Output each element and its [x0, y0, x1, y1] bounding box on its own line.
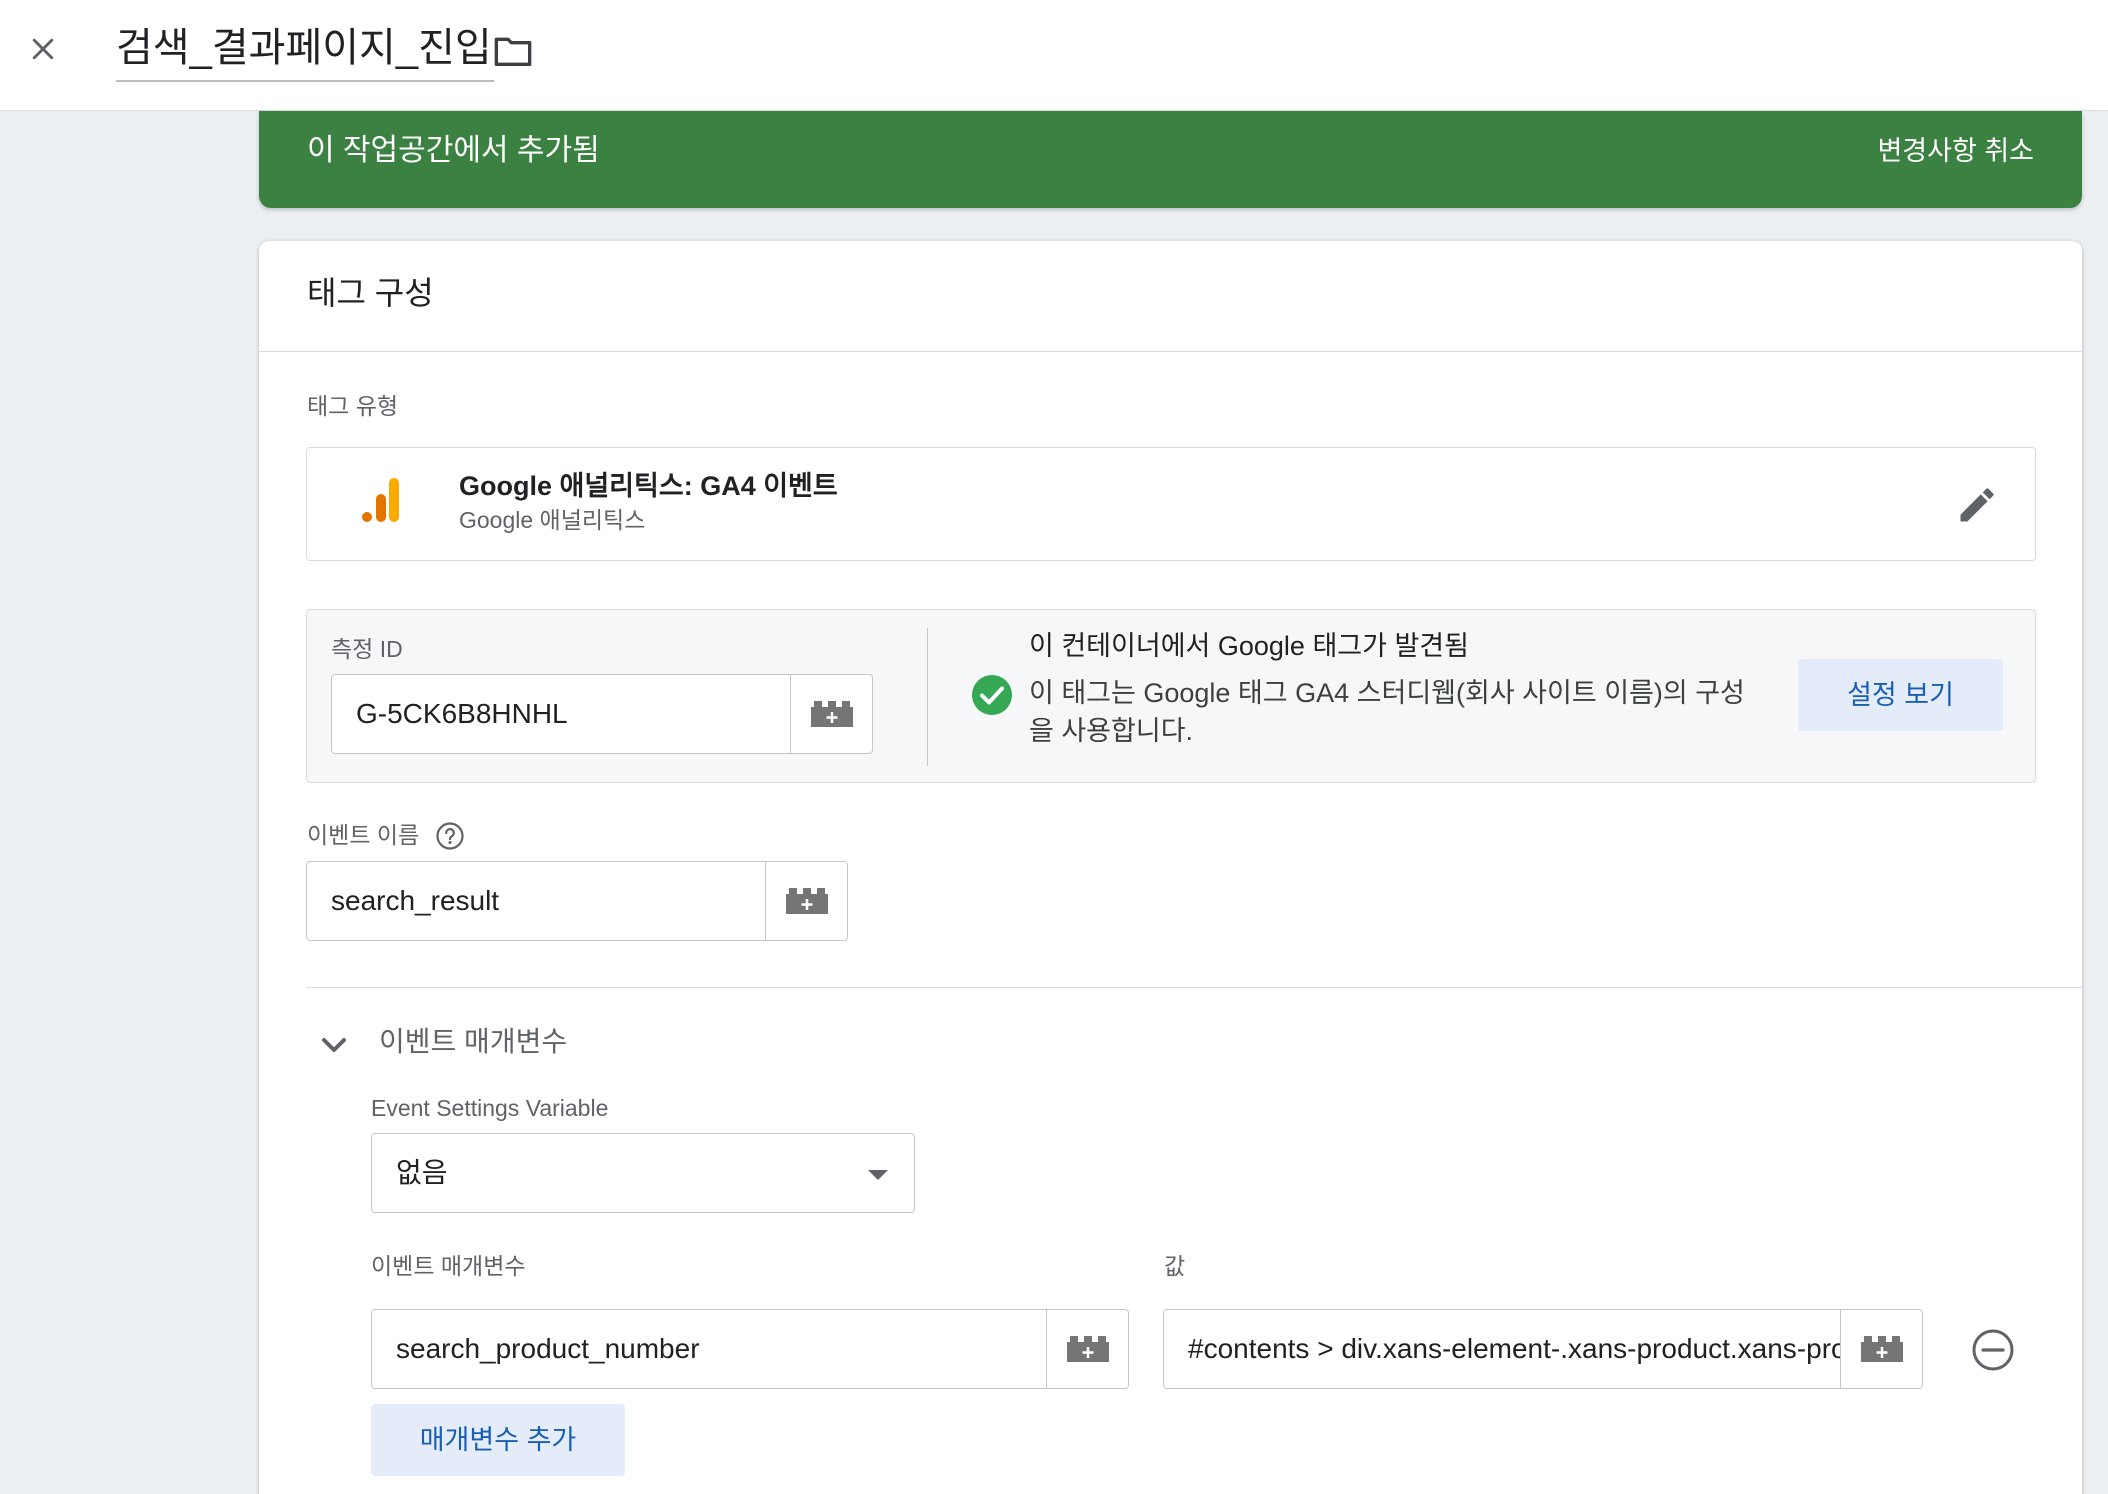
- event-name-value: search_result: [331, 885, 500, 916]
- variable-picker-button[interactable]: [1046, 1310, 1128, 1388]
- banner-text: 이 작업공간에서 추가됨: [307, 134, 600, 167]
- variable-brick-icon: [1860, 1336, 1903, 1362]
- remove-circle-icon[interactable]: [1970, 1327, 2016, 1373]
- workspace-banner: 이 작업공간에서 추가됨 변경사항 취소: [259, 111, 2082, 208]
- help-icon[interactable]: [435, 821, 465, 851]
- panel-divider: [927, 628, 928, 766]
- event-name-label: 이벤트 이름: [307, 822, 420, 848]
- chevron-down-icon[interactable]: [314, 1025, 354, 1065]
- google-analytics-icon: [362, 478, 399, 522]
- event-settings-variable-label: Event Settings Variable: [371, 1095, 609, 1121]
- pencil-icon[interactable]: [1955, 483, 1999, 527]
- measurement-id-input[interactable]: G-5CK6B8HNHL: [331, 674, 873, 754]
- variable-brick-icon: [785, 888, 828, 914]
- param-name-input[interactable]: search_product_number: [371, 1309, 1129, 1389]
- param-value-value: #contents > div.xans-element-.xans-produ…: [1188, 1333, 1840, 1364]
- event-settings-variable-value: 없음: [396, 1157, 448, 1188]
- undo-changes-link[interactable]: 변경사항 취소: [1877, 133, 2034, 169]
- card-header: 태그 구성: [259, 241, 2082, 352]
- left-rail: [0, 111, 259, 1494]
- close-button[interactable]: [20, 26, 66, 72]
- card-title: 태그 구성: [307, 275, 434, 311]
- check-circle-icon: [972, 675, 1012, 715]
- dropdown-arrow-icon: [868, 1170, 888, 1180]
- folder-button[interactable]: [490, 28, 536, 74]
- measurement-id-panel: 측정 ID G-5CK6B8HNHL 이 컨테이너에서 Google 태그가 발…: [306, 609, 2036, 783]
- measurement-id-value: G-5CK6B8HNHL: [356, 698, 568, 729]
- tag-name-field[interactable]: 검색_결과페이지_진입: [116, 22, 494, 82]
- variable-picker-button[interactable]: [765, 862, 847, 940]
- top-bar: 검색_결과페이지_진입: [0, 0, 2108, 111]
- google-tag-found-title: 이 컨테이너에서 Google 태그가 발견됨: [1029, 631, 1469, 661]
- event-parameters-section-toggle[interactable]: 이벤트 매개변수: [379, 1022, 567, 1062]
- add-parameter-button[interactable]: 매개변수 추가: [371, 1404, 625, 1476]
- google-tag-found-text: 이 태그는 Google 태그 GA4 스터디웹(회사 사이트 이름)의 구성을…: [1029, 678, 1745, 746]
- variable-brick-icon: [810, 701, 853, 727]
- param-value-input[interactable]: #contents > div.xans-element-.xans-produ…: [1163, 1309, 1923, 1389]
- variable-picker-button[interactable]: [1840, 1310, 1922, 1388]
- view-settings-button[interactable]: 설정 보기: [1798, 659, 2003, 731]
- param-value-column-label: 값: [1164, 1253, 1186, 1279]
- section-divider: [306, 987, 2082, 988]
- event-settings-variable-select[interactable]: 없음: [371, 1133, 915, 1213]
- tag-configuration-card: 태그 구성 태그 유형 Google 애널리틱스: GA4 이벤트 Google…: [259, 241, 2082, 1494]
- tag-type-selector[interactable]: Google 애널리틱스: GA4 이벤트 Google 애널리틱스: [306, 447, 2036, 561]
- event-name-input[interactable]: search_result: [306, 861, 848, 941]
- tag-name: 검색_결과페이지_진입: [116, 26, 492, 70]
- param-name-column-label: 이벤트 매개변수: [371, 1253, 526, 1279]
- variable-brick-icon: [1066, 1336, 1109, 1362]
- tag-type-vendor: Google 애널리틱스: [459, 507, 646, 533]
- tag-type-name: Google 애널리틱스: GA4 이벤트: [459, 471, 838, 501]
- folder-icon: [494, 37, 532, 66]
- param-name-value: search_product_number: [396, 1333, 700, 1364]
- tag-type-label: 태그 유형: [307, 393, 399, 419]
- close-icon: [32, 38, 54, 60]
- measurement-id-label: 측정 ID: [331, 636, 403, 662]
- variable-picker-button[interactable]: [790, 675, 872, 753]
